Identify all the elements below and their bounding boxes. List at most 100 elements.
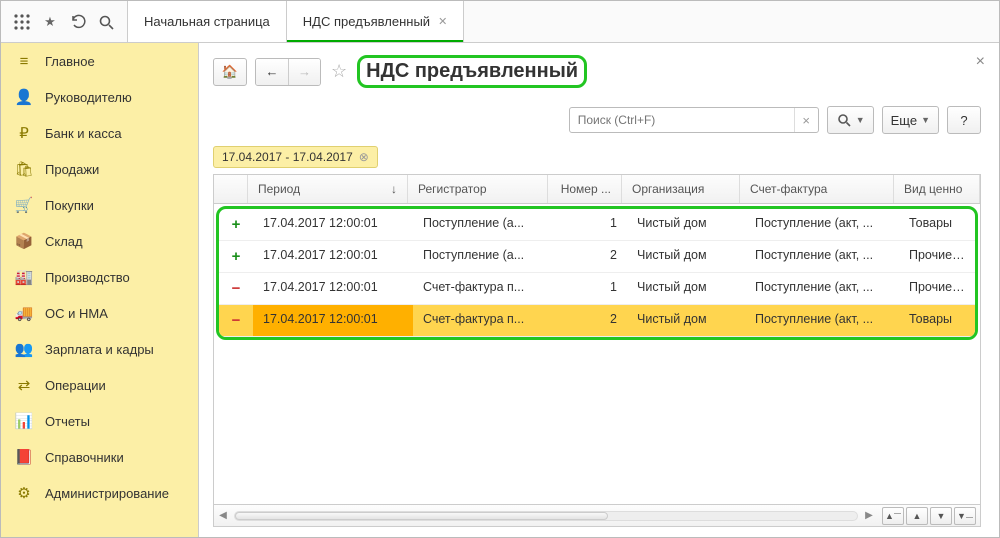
history-icon[interactable]: [69, 13, 87, 31]
th-period[interactable]: Период↓: [248, 175, 408, 203]
cell-type: Товары: [899, 305, 975, 336]
th-registrar[interactable]: Регистратор: [408, 175, 548, 203]
cell-type: Прочие ра...: [899, 273, 975, 304]
sidebar: ≡Главное 👤 Руководителю ₽ Банк и касса 🛍 Пр…: [1, 43, 199, 537]
sidebar-item-label: Руководителю: [45, 90, 132, 105]
row-sign-icon: +: [219, 241, 253, 272]
horizontal-scrollbar[interactable]: ◀ ▶ ▲— ▲ ▼ ▼—: [214, 504, 980, 526]
bag-icon: 🛍: [15, 160, 33, 178]
sidebar-item-reports[interactable]: 📊 Отчеты: [1, 403, 198, 439]
sidebar-item-label: Главное: [45, 54, 95, 69]
th-number[interactable]: Номер ...: [548, 175, 622, 203]
cell-invoice: Поступление (акт, ...: [745, 209, 899, 240]
table-row[interactable]: − 17.04.2017 12:00:01 Счет-фактура п... …: [219, 273, 975, 305]
user-icon: 👤: [15, 88, 33, 106]
more-label: Еще: [891, 113, 917, 128]
table-header: Период↓ Регистратор Номер ... Организаци…: [214, 175, 980, 204]
row-sign-icon: +: [219, 209, 253, 240]
sidebar-item-manager[interactable]: 👤 Руководителю: [1, 79, 198, 115]
cell-org: Чистый дом: [627, 305, 745, 336]
table-row[interactable]: + 17.04.2017 12:00:01 Поступление (а... …: [219, 209, 975, 241]
sidebar-item-label: Продажи: [45, 162, 99, 177]
titlebar-tools: ★: [1, 1, 128, 42]
next-row-button[interactable]: ▼: [930, 507, 952, 525]
sidebar-item-main[interactable]: ≡Главное: [1, 43, 198, 79]
tab-label: Начальная страница: [144, 14, 270, 29]
th-org[interactable]: Организация: [622, 175, 740, 203]
cell-registrar: Поступление (а...: [413, 209, 553, 240]
cell-period: 17.04.2017 12:00:01: [253, 273, 413, 304]
sidebar-item-bank[interactable]: ₽ Банк и касса: [1, 115, 198, 151]
ops-icon: ⇄: [15, 376, 33, 394]
favorite-icon[interactable]: ☆: [329, 61, 349, 82]
table-row-selected[interactable]: − 17.04.2017 12:00:01 Счет-фактура п... …: [219, 305, 975, 337]
th-invoice[interactable]: Счет-фактура: [740, 175, 894, 203]
first-row-button[interactable]: ▲—: [882, 507, 904, 525]
sidebar-item-production[interactable]: 🏭Производство: [1, 259, 198, 295]
help-button[interactable]: ?: [947, 106, 981, 134]
sidebar-item-sales[interactable]: 🛍 Продажи: [1, 151, 198, 187]
date-filter-chip[interactable]: 17.04.2017 - 17.04.2017 ⊗: [213, 146, 378, 168]
sidebar-item-stock[interactable]: 📦Склад: [1, 223, 198, 259]
back-button[interactable]: ←: [256, 59, 288, 85]
star-icon[interactable]: ★: [41, 13, 59, 31]
sidebar-item-label: ОС и НМА: [45, 306, 108, 321]
row-sign-icon: −: [219, 305, 253, 336]
scroll-thumb[interactable]: [235, 512, 608, 520]
cell-registrar: Счет-фактура п...: [413, 273, 553, 304]
close-icon[interactable]: ✕: [438, 15, 447, 28]
sidebar-item-refs[interactable]: 📕Справочники: [1, 439, 198, 475]
sidebar-item-label: Справочники: [45, 450, 124, 465]
chart-icon: 📊: [15, 412, 33, 430]
cell-period: 17.04.2017 12:00:01: [253, 241, 413, 272]
sidebar-item-label: Банк и касса: [45, 126, 122, 141]
cell-type: Товары: [899, 209, 975, 240]
sort-indicator-icon: ↓: [391, 182, 397, 196]
gear-icon: ⚙: [15, 484, 33, 502]
cell-invoice: Поступление (акт, ...: [745, 273, 899, 304]
clear-search-icon[interactable]: ×: [794, 108, 818, 132]
cell-number: 2: [553, 241, 627, 272]
clear-filter-icon[interactable]: ⊗: [359, 150, 369, 164]
cell-invoice: Поступление (акт, ...: [745, 241, 899, 272]
chevron-down-icon: ▼: [921, 115, 930, 125]
data-table: Период↓ Регистратор Номер ... Организаци…: [213, 174, 981, 527]
ruble-icon: ₽: [15, 124, 33, 142]
more-button[interactable]: Еще ▼: [882, 106, 939, 134]
tab-current[interactable]: НДС предъявленный ✕: [287, 1, 464, 42]
scroll-right-icon[interactable]: ▶: [860, 510, 878, 521]
cell-number: 1: [553, 209, 627, 240]
apps-icon[interactable]: [13, 13, 31, 31]
search-input[interactable]: [570, 113, 794, 127]
cell-number: 2: [553, 305, 627, 336]
sidebar-item-purchases[interactable]: 🛒Покупки: [1, 187, 198, 223]
nav-history: ← →: [255, 58, 321, 86]
home-button[interactable]: 🏠: [213, 58, 247, 86]
sidebar-item-label: Отчеты: [45, 414, 90, 429]
tab-home[interactable]: Начальная страница: [128, 1, 287, 42]
sidebar-item-label: Зарплата и кадры: [45, 342, 154, 357]
sidebar-item-admin[interactable]: ⚙ Администрирование: [1, 475, 198, 511]
forward-button[interactable]: →: [288, 59, 320, 85]
sidebar-item-salary[interactable]: 👥Зарплата и кадры: [1, 331, 198, 367]
th-icon[interactable]: [214, 175, 248, 203]
search-icon[interactable]: [97, 13, 115, 31]
filter-range-label: 17.04.2017 - 17.04.2017: [222, 150, 353, 164]
last-row-button[interactable]: ▼—: [954, 507, 976, 525]
sidebar-item-operations[interactable]: ⇄Операции: [1, 367, 198, 403]
close-page-icon[interactable]: ×: [976, 53, 985, 71]
scroll-track[interactable]: [234, 511, 858, 521]
cart-icon: 🛒: [15, 196, 33, 214]
cell-org: Чистый дом: [627, 209, 745, 240]
prev-row-button[interactable]: ▲: [906, 507, 928, 525]
scroll-left-icon[interactable]: ◀: [214, 510, 232, 521]
th-type[interactable]: Вид ценно: [894, 175, 980, 203]
cell-registrar: Счет-фактура п...: [413, 305, 553, 336]
sidebar-item-assets[interactable]: 🚚ОС и НМА: [1, 295, 198, 331]
search-dropdown-button[interactable]: ▼: [827, 106, 874, 134]
table-row[interactable]: + 17.04.2017 12:00:01 Поступление (а... …: [219, 241, 975, 273]
cell-org: Чистый дом: [627, 241, 745, 272]
sidebar-item-label: Производство: [45, 270, 130, 285]
page-title: НДС предъявленный: [357, 55, 587, 88]
sidebar-item-label: Администрирование: [45, 486, 169, 501]
